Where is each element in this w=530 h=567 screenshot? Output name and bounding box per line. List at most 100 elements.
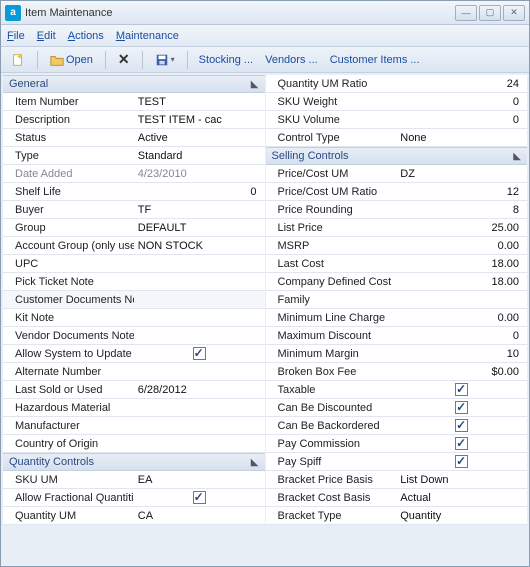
label-customer-docs-note: Customer Documents Not	[3, 294, 134, 306]
label-shelf-life: Shelf Life	[3, 186, 134, 198]
label-date-added: Date Added	[3, 168, 134, 180]
right-column: Quantity UM Ratio24 SKU Weight0 SKU Volu…	[266, 75, 528, 564]
section-quantity-controls[interactable]: Quantity Controls ◣	[3, 453, 265, 471]
label-taxable: Taxable	[266, 384, 397, 396]
label-type: Type	[3, 150, 134, 162]
section-selling-controls[interactable]: Selling Controls ◣	[266, 147, 528, 165]
value-control-type[interactable]: None	[396, 132, 527, 144]
checkbox-icon[interactable]	[455, 383, 468, 396]
value-description[interactable]: TEST ITEM - cac	[134, 114, 265, 126]
value-msrp[interactable]: 0.00	[396, 240, 527, 252]
value-buyer[interactable]: TF	[134, 204, 265, 216]
value-taxable[interactable]	[396, 383, 527, 396]
value-status[interactable]: Active	[134, 132, 265, 144]
value-price-cost-um-ratio[interactable]: 12	[396, 186, 527, 198]
value-bracket-cost-basis[interactable]: Actual	[396, 492, 527, 504]
value-price-rounding[interactable]: 8	[396, 204, 527, 216]
label-last-sold: Last Sold or Used	[3, 384, 134, 396]
value-pay-commission[interactable]	[396, 437, 527, 450]
label-price-rounding: Price Rounding	[266, 204, 397, 216]
value-qty-um-ratio[interactable]: 24	[396, 78, 527, 90]
value-broken-box-fee[interactable]: $0.00	[396, 366, 527, 378]
value-list-price[interactable]: 25.00	[396, 222, 527, 234]
value-item-number[interactable]: TEST	[134, 96, 265, 108]
value-min-line-charge[interactable]: 0.00	[396, 312, 527, 324]
value-allow-update-l[interactable]	[134, 347, 265, 360]
toolbar: Open ✕ ▾ Stocking ... Vendors ... Custom…	[1, 47, 529, 73]
label-min-margin: Minimum Margin	[266, 348, 397, 360]
label-country-origin: Country of Origin	[3, 438, 134, 450]
section-quantity-label: Quantity Controls	[9, 456, 94, 468]
label-sku-weight: SKU Weight	[266, 96, 397, 108]
value-can-be-backordered[interactable]	[396, 419, 527, 432]
label-min-line-charge: Minimum Line Charge	[266, 312, 397, 324]
label-price-cost-um-ratio: Price/Cost UM Ratio	[266, 186, 397, 198]
value-can-be-discounted[interactable]	[396, 401, 527, 414]
new-button[interactable]	[7, 50, 29, 70]
value-sku-volume[interactable]: 0	[396, 114, 527, 126]
value-price-cost-um[interactable]: DZ	[396, 168, 527, 180]
label-can-be-backordered: Can Be Backordered	[266, 420, 397, 432]
value-bracket-type[interactable]: Quantity	[396, 510, 527, 522]
menu-actions[interactable]: Actions	[68, 30, 104, 42]
close-button[interactable]: ✕	[503, 5, 525, 21]
flag-icon: ◣	[251, 79, 259, 90]
value-pay-spiff[interactable]	[396, 455, 527, 468]
menu-bar: File Edit Actions Maintenance	[1, 25, 529, 47]
value-min-margin[interactable]: 10	[396, 348, 527, 360]
label-bracket-cost-basis: Bracket Cost Basis	[266, 492, 397, 504]
value-sku-um[interactable]: EA	[134, 474, 265, 486]
menu-file[interactable]: File	[7, 30, 25, 42]
checkbox-icon[interactable]	[455, 455, 468, 468]
label-manufacturer: Manufacturer	[3, 420, 134, 432]
value-shelf-life[interactable]: 0	[134, 186, 265, 198]
checkbox-icon[interactable]	[193, 491, 206, 504]
title-bar: a Item Maintenance — ▢ ✕	[1, 1, 529, 25]
value-allow-fractional[interactable]	[134, 491, 265, 504]
label-allow-update-l: Allow System to Update L	[3, 348, 134, 360]
value-type[interactable]: Standard	[134, 150, 265, 162]
label-account-group: Account Group (only used	[3, 240, 134, 252]
value-company-cost[interactable]: 18.00	[396, 276, 527, 288]
flag-icon: ◣	[513, 151, 521, 162]
value-last-sold[interactable]: 6/28/2012	[134, 384, 265, 396]
label-last-cost: Last Cost	[266, 258, 397, 270]
menu-maintenance[interactable]: Maintenance	[116, 30, 179, 42]
label-sku-um: SKU UM	[3, 474, 134, 486]
checkbox-icon[interactable]	[193, 347, 206, 360]
value-group[interactable]: DEFAULT	[134, 222, 265, 234]
value-account-group[interactable]: NON STOCK	[134, 240, 265, 252]
value-bracket-price-basis[interactable]: List Down	[396, 474, 527, 486]
label-can-be-discounted: Can Be Discounted	[266, 402, 397, 414]
label-upc: UPC	[3, 258, 134, 270]
stocking-link[interactable]: Stocking ...	[196, 54, 256, 66]
label-msrp: MSRP	[266, 240, 397, 252]
menu-edit[interactable]: Edit	[37, 30, 56, 42]
dropdown-icon: ▾	[171, 55, 175, 64]
open-button[interactable]: Open	[46, 50, 97, 70]
maximize-button[interactable]: ▢	[479, 5, 501, 21]
open-label: Open	[66, 54, 93, 66]
label-pay-spiff: Pay Spiff	[266, 456, 397, 468]
flag-icon: ◣	[251, 457, 259, 468]
x-icon: ✕	[118, 51, 130, 68]
checkbox-icon[interactable]	[455, 419, 468, 432]
left-column: General ◣ Item NumberTEST DescriptionTES…	[3, 75, 265, 564]
customer-items-link[interactable]: Customer Items ...	[327, 54, 423, 66]
label-company-cost: Company Defined Cost	[266, 276, 397, 288]
vendors-link[interactable]: Vendors ...	[262, 54, 321, 66]
checkbox-icon[interactable]	[455, 401, 468, 414]
delete-button[interactable]: ✕	[114, 50, 134, 70]
minimize-button[interactable]: —	[455, 5, 477, 21]
label-kit-note: Kit Note	[3, 312, 134, 324]
value-quantity-um[interactable]: CA	[134, 510, 265, 522]
section-general[interactable]: General ◣	[3, 75, 265, 93]
save-button[interactable]: ▾	[151, 50, 179, 70]
label-status: Status	[3, 132, 134, 144]
value-last-cost[interactable]: 18.00	[396, 258, 527, 270]
label-max-discount: Maximum Discount	[266, 330, 397, 342]
label-bracket-type: Bracket Type	[266, 510, 397, 522]
checkbox-icon[interactable]	[455, 437, 468, 450]
value-sku-weight[interactable]: 0	[396, 96, 527, 108]
value-max-discount[interactable]: 0	[396, 330, 527, 342]
